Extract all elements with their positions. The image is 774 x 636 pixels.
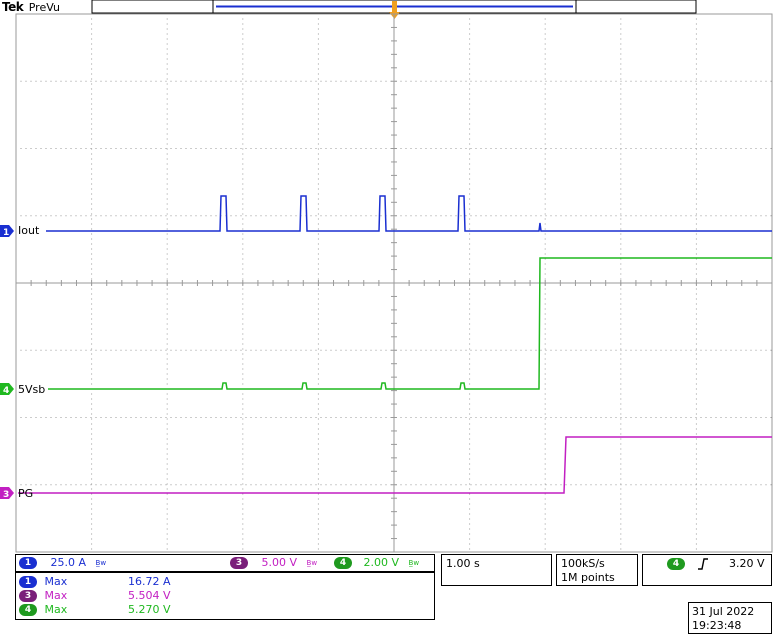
meas1-name: Max [44,575,68,588]
record-length: 1M points [561,571,615,584]
ch1-badge[interactable]: 1 [19,557,37,569]
vertical-settings-panel[interactable]: 1 25.0 A B̲w 3 5.00 V B̲w 4 2.00 V B̲w [15,554,435,572]
ch4-bandwidth-icon: B̲w [408,559,420,567]
meas2-name: Max [44,589,68,602]
scope-display: 1 4 3 [0,0,773,553]
ch1-scale[interactable]: 25.0 A [51,556,87,569]
trace-label-iout: Iout [18,224,40,237]
trace-label-5vsb: 5Vsb [18,383,46,396]
ch3-scale[interactable]: 5.00 V [262,556,298,569]
acquisition-panel[interactable]: 100kS/s 1M points [556,554,638,586]
trigger-panel[interactable]: 4 3.20 V [642,554,772,586]
trigger-source-badge[interactable]: 4 [667,558,685,570]
trace-5vsb [48,257,772,390]
ch1-marker-icon[interactable]: 1 [0,225,14,238]
sample-rate: 100kS/s [561,557,605,570]
ch4-marker-icon[interactable]: 4 [0,383,14,396]
meas2-value: 5.504 V [128,589,171,602]
ch4-badge[interactable]: 4 [334,557,352,569]
graticule-grid [15,13,772,553]
ch3-badge[interactable]: 3 [230,557,248,569]
rising-edge-icon [698,558,708,570]
meas3-value: 5.270 V [128,603,171,616]
measurements-panel[interactable]: 1 Max 16.72 A 3 Max 5.504 V 4 Max 5.270 … [15,572,435,620]
svg-text:4: 4 [3,386,9,396]
trace-label-pg: PG [18,487,34,500]
meas2-badge: 3 [19,590,37,602]
datetime-panel: 31 Jul 2022 19:23:48 [688,602,772,634]
trigger-level[interactable]: 3.20 V [729,557,765,571]
meas1-value: 16.72 A [128,575,171,588]
ch1-bandwidth-icon: B̲w [95,559,107,567]
svg-text:3: 3 [3,490,9,500]
trace-iout [46,195,772,232]
timebase-scale[interactable]: 1.00 s [446,557,480,571]
ch3-bandwidth-icon: B̲w [306,559,318,567]
meas3-badge: 4 [19,604,37,616]
date: 31 Jul 2022 [692,605,755,618]
meas1-badge: 1 [19,576,37,588]
ch3-marker-icon[interactable]: 3 [0,487,14,500]
svg-text:1: 1 [3,228,9,238]
ch4-scale[interactable]: 2.00 V [364,556,400,569]
timebase-panel[interactable]: 1.00 s [441,554,552,586]
time: 19:23:48 [692,619,742,632]
meas3-name: Max [44,603,68,616]
